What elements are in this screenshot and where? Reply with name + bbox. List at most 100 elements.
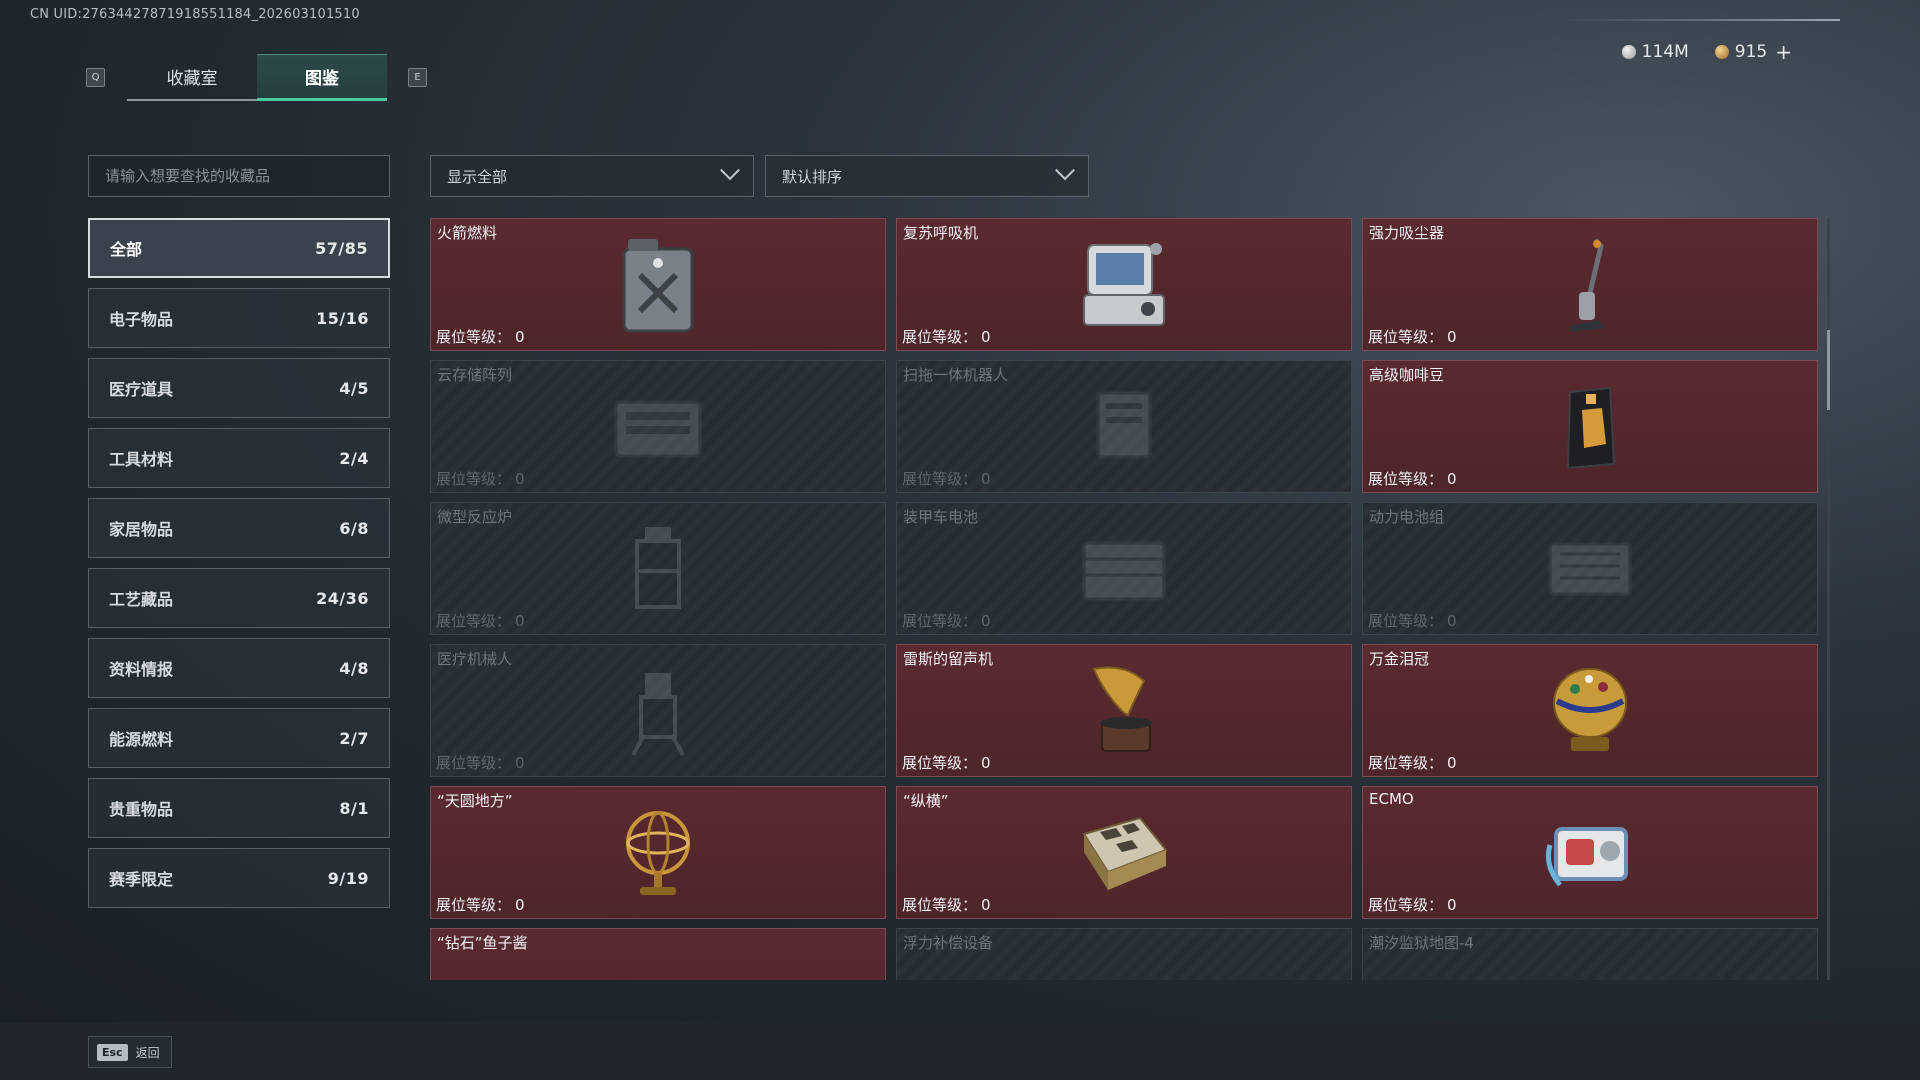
level-label: 展位等级： xyxy=(1368,612,1444,630)
level-value: 0 xyxy=(981,328,991,346)
level-label: 展位等级： xyxy=(1368,896,1444,914)
level-label: 展位等级： xyxy=(436,470,512,488)
level-value: 0 xyxy=(515,754,525,772)
level-label: 展位等级： xyxy=(436,754,512,772)
collection-card[interactable]: 火箭燃料展位等级： 0 xyxy=(430,218,886,351)
card-level: 展位等级： 0 xyxy=(1368,610,1457,631)
collection-card[interactable]: 浮力补偿设备 xyxy=(896,928,1352,980)
category-count: 8/1 xyxy=(339,798,369,818)
card-name: 雷斯的留声机 xyxy=(903,650,994,668)
category-item[interactable]: 工艺藏品 24/36 xyxy=(88,568,390,628)
gold-amount: 915 xyxy=(1734,42,1768,62)
collection-card[interactable]: 装甲车电池 展位等级： 0 xyxy=(896,502,1352,635)
category-item[interactable]: 能源燃料 2/7 xyxy=(88,708,390,768)
card-level: 展位等级： 0 xyxy=(902,468,991,489)
level-value: 0 xyxy=(981,612,991,630)
level-label: 展位等级： xyxy=(902,896,978,914)
medical-robot-icon xyxy=(608,661,708,761)
collection-card[interactable]: 潮汐监狱地图-4 xyxy=(1362,928,1818,980)
jeweled-egg-icon xyxy=(1540,661,1640,761)
level-value: 0 xyxy=(981,754,991,772)
collection-card[interactable]: 强力吸尘器 展位等级： 0 xyxy=(1362,218,1818,351)
card-level: 展位等级： 0 xyxy=(436,894,525,915)
fuel-can-icon xyxy=(608,235,708,335)
silver-amount: 114M xyxy=(1641,42,1689,62)
card-name: ECMO xyxy=(1369,790,1414,808)
collection-card[interactable]: 动力电池组 展位等级： 0 xyxy=(1362,502,1818,635)
category-item[interactable]: 医疗道具 4/5 xyxy=(88,358,390,418)
collection-card[interactable]: 扫拖一体机器人 展位等级： 0 xyxy=(896,360,1352,493)
add-currency-icon[interactable]: + xyxy=(1775,40,1792,64)
category-item[interactable]: 电子物品 15/16 xyxy=(88,288,390,348)
card-name: 强力吸尘器 xyxy=(1369,224,1445,242)
gold-currency[interactable]: 915 + xyxy=(1714,40,1792,64)
card-level: 展位等级： 0 xyxy=(1368,468,1457,489)
category-count: 4/8 xyxy=(339,658,369,678)
ventilator-icon xyxy=(1074,235,1174,335)
collection-card[interactable]: “纵横” 展位等级： 0 xyxy=(896,786,1352,919)
tab-prev-key[interactable]: Q xyxy=(86,68,105,87)
category-label: 家居物品 xyxy=(109,520,174,539)
card-name: 浮力补偿设备 xyxy=(903,934,994,952)
collection-card[interactable]: ECMO 展位等级： 0 xyxy=(1362,786,1818,919)
category-count: 2/4 xyxy=(339,448,369,468)
category-item[interactable]: 工具材料 2/4 xyxy=(88,428,390,488)
vacuum-icon xyxy=(1540,235,1640,335)
level-value: 0 xyxy=(515,896,525,914)
collection-card[interactable]: 雷斯的留声机 展位等级： 0 xyxy=(896,644,1352,777)
category-label: 工艺藏品 xyxy=(109,590,174,609)
category-item[interactable]: 赛季限定 9/19 xyxy=(88,848,390,908)
level-label: 展位等级： xyxy=(1368,470,1444,488)
sort-dropdown[interactable]: 默认排序 xyxy=(765,155,1089,197)
category-item[interactable]: 资料情报 4/8 xyxy=(88,638,390,698)
back-button[interactable]: Esc 返回 xyxy=(88,1036,172,1068)
level-label: 展位等级： xyxy=(902,754,978,772)
card-level: 展位等级： 0 xyxy=(902,326,991,347)
storage-array-icon xyxy=(608,377,708,477)
level-value: 0 xyxy=(1447,612,1457,630)
collection-card[interactable]: 复苏呼吸机 展位等级： 0 xyxy=(896,218,1352,351)
scrollbar-thumb[interactable] xyxy=(1827,330,1830,410)
level-value: 0 xyxy=(515,470,525,488)
tab-codex[interactable]: 图鉴 xyxy=(257,54,387,101)
filter-dropdown[interactable]: 显示全部 xyxy=(430,155,754,197)
tab-collection-room[interactable]: 收藏室 xyxy=(127,54,257,101)
level-value: 0 xyxy=(515,612,525,630)
level-value: 0 xyxy=(1447,754,1457,772)
level-value: 0 xyxy=(981,896,991,914)
category-label: 医疗道具 xyxy=(109,380,174,399)
collection-card[interactable]: 医疗机械人展位等级： 0 xyxy=(430,644,886,777)
tab-next-key[interactable]: E xyxy=(408,68,427,87)
card-name: 高级咖啡豆 xyxy=(1369,366,1445,384)
category-item[interactable]: 家居物品 6/8 xyxy=(88,498,390,558)
collection-card[interactable]: 高级咖啡豆展位等级： 0 xyxy=(1362,360,1818,493)
card-name: 潮汐监狱地图-4 xyxy=(1369,934,1474,952)
collection-card[interactable]: 万金泪冠 展位等级： 0 xyxy=(1362,644,1818,777)
category-label: 电子物品 xyxy=(109,310,174,329)
buoyancy-device-icon xyxy=(1074,945,1174,981)
level-label: 展位等级： xyxy=(436,896,512,914)
category-label: 资料情报 xyxy=(109,660,174,679)
category-label: 贵重物品 xyxy=(109,800,174,819)
collection-card[interactable]: “钻石”鱼子酱 xyxy=(430,928,886,980)
card-level: 展位等级： 0 xyxy=(436,326,525,347)
collection-grid: 火箭燃料 展位等级： 0 复苏呼吸机 展位等级： 0 强力吸尘器 展位等级： 0 云存储阵列 展位等… xyxy=(430,218,1818,980)
search-input[interactable] xyxy=(88,155,390,197)
category-count: 6/8 xyxy=(339,518,369,538)
category-count: 9/19 xyxy=(327,868,369,888)
esc-key: Esc xyxy=(97,1043,128,1061)
back-label: 返回 xyxy=(135,1045,160,1060)
category-label: 能源燃料 xyxy=(109,730,174,749)
top-divider xyxy=(1560,19,1840,21)
level-label: 展位等级： xyxy=(902,328,978,346)
category-item[interactable]: 贵重物品 8/1 xyxy=(88,778,390,838)
card-name: 医疗机械人 xyxy=(437,650,513,668)
silver-coin-icon xyxy=(1621,45,1636,59)
collection-card[interactable]: 云存储阵列 展位等级： 0 xyxy=(430,360,886,493)
category-item[interactable]: 全部 57/85 xyxy=(88,218,390,278)
card-name: 火箭燃料 xyxy=(437,224,498,242)
collection-card[interactable]: “天圆地方” 展位等级： 0 xyxy=(430,786,886,919)
category-label: 工具材料 xyxy=(109,450,174,469)
collection-card[interactable]: 微型反应炉 展位等级： 0 xyxy=(430,502,886,635)
level-value: 0 xyxy=(1447,896,1457,914)
